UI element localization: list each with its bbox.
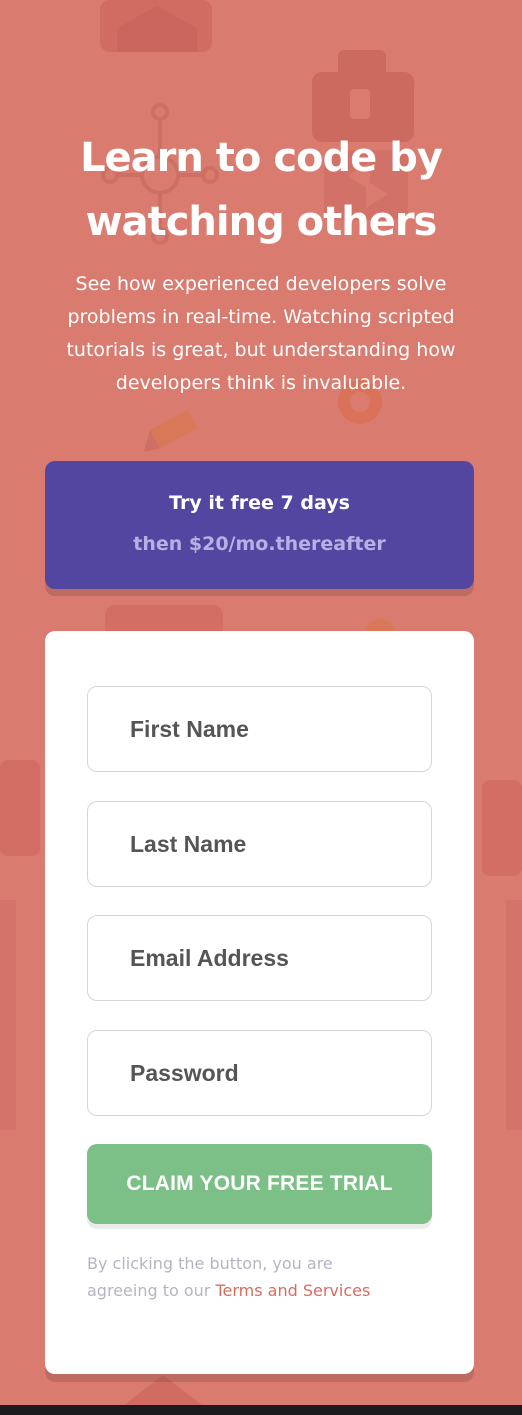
pencil-icon	[144, 410, 198, 452]
password-input[interactable]	[88, 1031, 431, 1115]
left-edge-band	[0, 900, 16, 1130]
last-name-input[interactable]	[88, 802, 431, 886]
first-name-field[interactable]	[87, 686, 432, 772]
offer-price-text: then $20/mo.thereafter	[133, 533, 386, 555]
trial-offer-box: Try it free 7 days then $20/mo.thereafte…	[45, 461, 474, 589]
offer-main-text: Try it free 7 days	[169, 492, 350, 514]
first-name-input[interactable]	[88, 687, 431, 771]
right-edge-band	[506, 900, 522, 1130]
bottom-bar	[0, 1405, 522, 1415]
email-field[interactable]	[87, 915, 432, 1001]
page-title-line-1: Learn to code by	[80, 135, 443, 181]
terms-link[interactable]: Terms and Services	[215, 1281, 370, 1300]
signup-form: CLAIM YOUR FREE TRIAL By clicking the bu…	[45, 631, 474, 1374]
password-field[interactable]	[87, 1030, 432, 1116]
page-title-line-2: watching others	[85, 199, 438, 245]
claim-free-trial-button[interactable]: CLAIM YOUR FREE TRIAL	[87, 1144, 432, 1224]
email-input[interactable]	[88, 916, 431, 1000]
bottom-house-icon	[124, 1375, 202, 1405]
page-title: Learn to code by watching others	[0, 126, 522, 254]
legal-text: By clicking the button, you are agreeing…	[87, 1250, 387, 1304]
intro-text: See how experienced developers solve pro…	[66, 273, 456, 394]
house-icon	[100, 0, 212, 52]
last-name-field[interactable]	[87, 801, 432, 887]
signup-page: Learn to code by watching others See how…	[0, 0, 522, 1405]
